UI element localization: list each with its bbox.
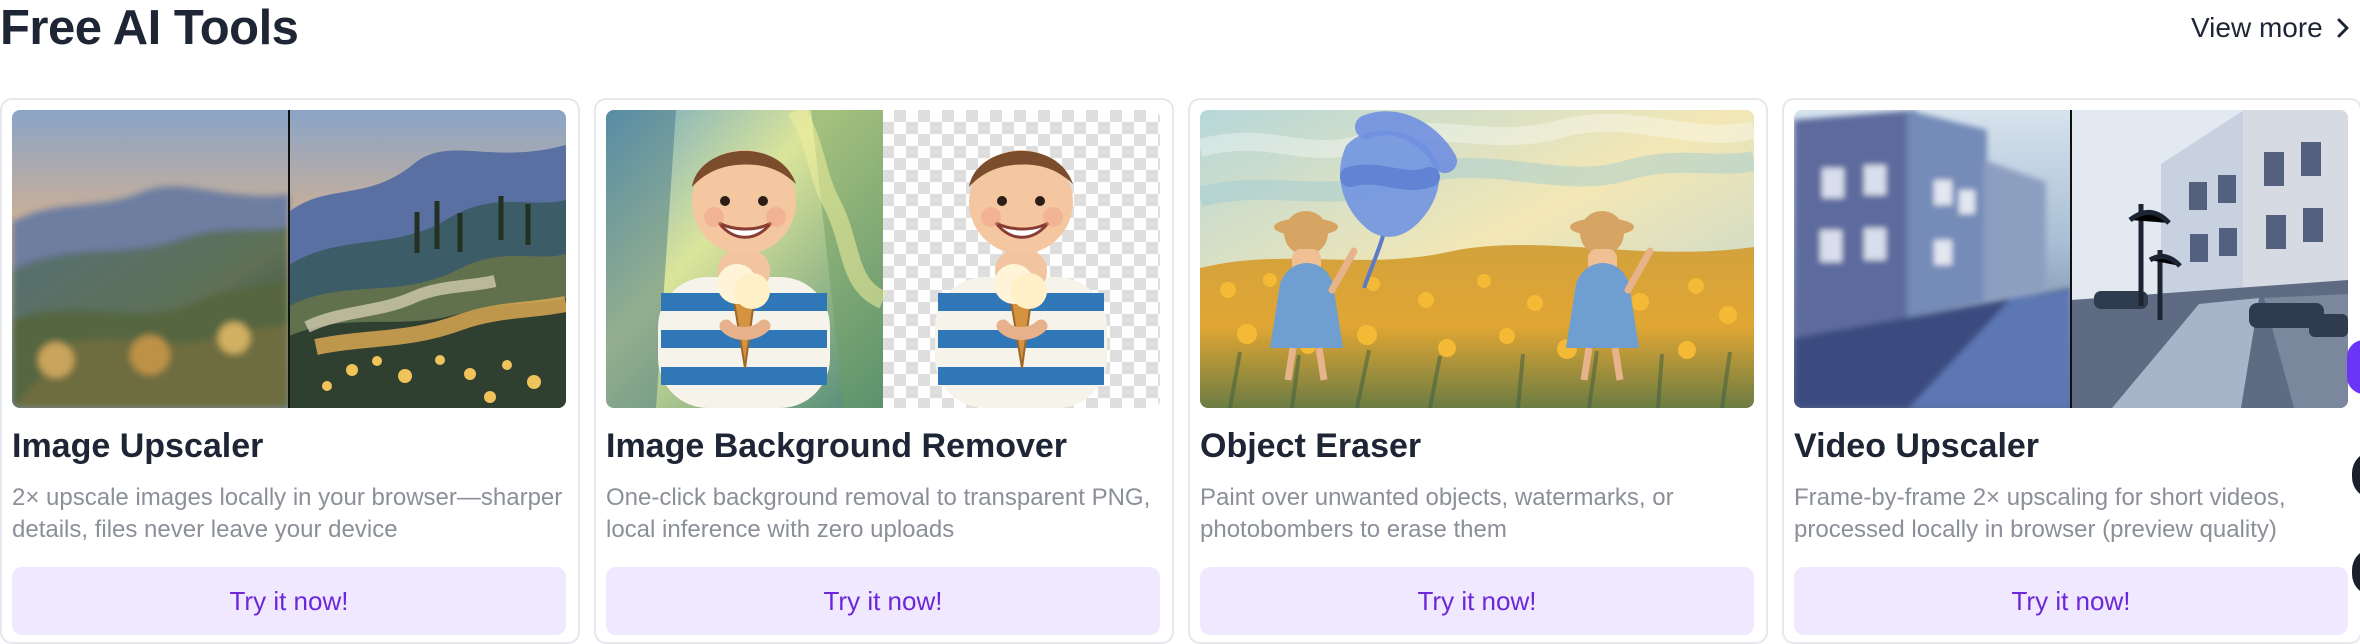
object-eraser-preview-image	[1200, 110, 1754, 408]
chevron-right-icon	[2331, 16, 2355, 40]
tool-title: Image Upscaler	[12, 427, 264, 465]
tool-card-image-upscaler: Image Upscaler 2× upscale images locally…	[0, 98, 580, 644]
floating-action-button-edge[interactable]	[2347, 340, 2360, 394]
tool-description: Frame-by-frame 2× upscaling for short vi…	[1794, 484, 2286, 543]
section-header: Free AI Tools View more	[0, 0, 2360, 70]
tool-description: 2× upscale images locally in your browse…	[12, 484, 563, 543]
background-remover-preview-image	[606, 110, 1160, 408]
tool-card-video-upscaler: Video Upscaler Frame-by-frame 2× upscali…	[1782, 98, 2360, 644]
try-image-upscaler-button[interactable]: Try it now!	[12, 567, 566, 635]
try-object-eraser-button[interactable]: Try it now!	[1200, 567, 1754, 635]
tool-card-image-background-remover: Image Background Remover One-click backg…	[594, 98, 1174, 644]
try-image-background-remover-button[interactable]: Try it now!	[606, 567, 1160, 635]
tool-card-object-eraser: Object Eraser Paint over unwanted object…	[1188, 98, 1768, 644]
free-ai-tools-page: Free AI Tools View more Image Upscaler 2…	[0, 0, 2360, 644]
view-more-label: View more	[2191, 12, 2323, 43]
tool-description: One-click background removal to transpar…	[606, 484, 1151, 543]
video-upscaler-preview-image	[1794, 110, 2348, 408]
tool-title: Image Background Remover	[606, 427, 1068, 465]
image-upscaler-preview-image	[12, 110, 566, 408]
tool-title: Object Eraser	[1200, 427, 1422, 465]
section-title: Free AI Tools	[0, 1, 299, 55]
tool-description: Paint over unwanted objects, watermarks,…	[1200, 484, 1674, 543]
tool-card-list: Image Upscaler 2× upscale images locally…	[0, 98, 2360, 644]
view-more-link[interactable]: View more	[2191, 8, 2355, 48]
try-video-upscaler-button[interactable]: Try it now!	[1794, 567, 2348, 635]
tool-title: Video Upscaler	[1794, 427, 2040, 465]
